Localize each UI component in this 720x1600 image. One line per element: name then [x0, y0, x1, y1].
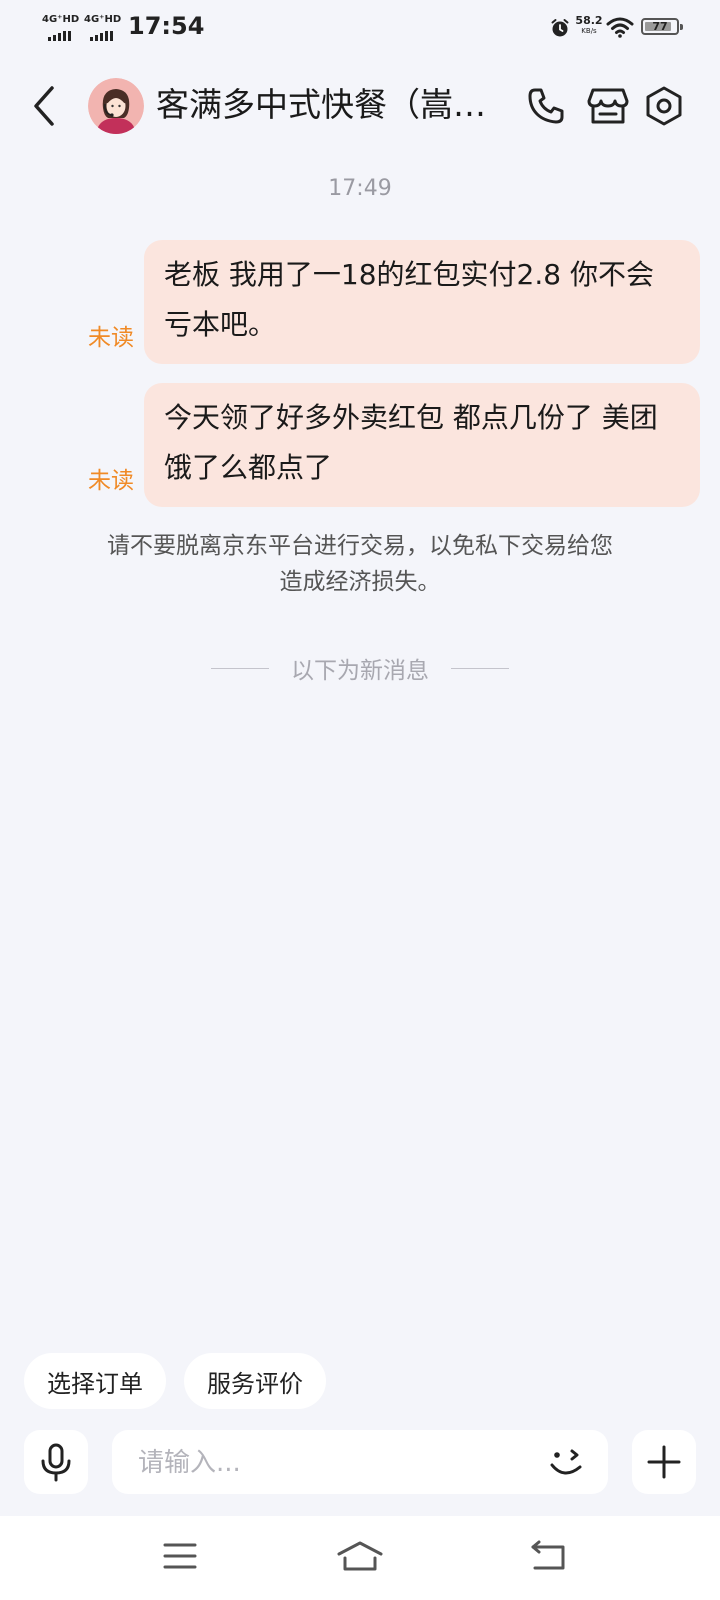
battery-icon: 77	[641, 18, 683, 35]
unread-status: 未读	[88, 325, 134, 351]
battery-level: 77	[652, 20, 668, 33]
net-speed-value: 58.2	[575, 14, 603, 27]
shop-name: 客满多中式快餐（嵩山...	[156, 85, 504, 124]
back-chevron-icon	[34, 86, 54, 126]
call-button[interactable]	[520, 80, 572, 132]
emoji-button[interactable]	[544, 1440, 588, 1484]
net-speed-unit: KB/s	[581, 27, 597, 35]
back-icon	[531, 1540, 565, 1570]
menu-button[interactable]	[156, 1536, 204, 1576]
divider-line	[211, 667, 269, 669]
message-bubble[interactable]: 老板 我用了一18的红包实付2.8 你不会亏本吧。	[144, 240, 700, 364]
more-button[interactable]	[632, 1430, 696, 1494]
divider-line	[451, 667, 509, 669]
divider-label: 以下为新消息	[291, 658, 429, 684]
status-bar: 4G⁺HD 4G⁺HD 17:54 58.2 KB/s 77	[0, 0, 720, 56]
signal-icon: 4G⁺HD	[42, 14, 80, 42]
signal-icon: 4G⁺HD	[84, 14, 122, 42]
menu-icon	[163, 1543, 197, 1569]
chat-header: 客满多中式快餐（嵩山...	[0, 66, 720, 146]
message-timestamp: 17:49	[328, 176, 392, 201]
message-input[interactable]	[136, 1430, 520, 1496]
service-review-button[interactable]: 服务评价	[184, 1353, 326, 1409]
select-order-button[interactable]: 选择订单	[24, 1353, 166, 1409]
voice-button[interactable]	[24, 1430, 88, 1494]
system-nav-bar	[0, 1516, 720, 1600]
net-speed: 58.2 KB/s	[574, 14, 604, 36]
unread-status: 未读	[88, 468, 134, 494]
alarm-icon	[551, 19, 569, 37]
home-button[interactable]	[336, 1536, 384, 1576]
signal-label: 4G⁺HD	[42, 14, 80, 25]
home-icon	[337, 1541, 383, 1571]
platform-notice: 请不要脱离京东平台进行交易，以免私下交易给您造成经济损失。	[107, 533, 613, 595]
avatar[interactable]	[88, 78, 144, 134]
settings-button[interactable]	[638, 80, 690, 132]
mic-icon	[41, 1443, 71, 1482]
wifi-icon	[606, 17, 634, 38]
status-time: 17:54	[128, 12, 205, 40]
store-button[interactable]	[582, 80, 634, 132]
message-bubble[interactable]: 今天领了好多外卖红包 都点几份了 美团饿了么都点了	[144, 383, 700, 507]
emoji-icon	[550, 1449, 582, 1475]
back-button[interactable]	[22, 80, 68, 132]
settings-icon	[646, 86, 682, 126]
plus-icon	[647, 1445, 681, 1479]
store-icon	[587, 88, 629, 124]
phone-icon	[528, 88, 564, 124]
new-messages-divider: 以下为新消息	[0, 648, 720, 688]
system-back-button[interactable]	[526, 1536, 574, 1576]
avatar-image	[88, 78, 144, 134]
signal-label: 4G⁺HD	[84, 14, 122, 25]
message-input-box	[112, 1430, 608, 1496]
